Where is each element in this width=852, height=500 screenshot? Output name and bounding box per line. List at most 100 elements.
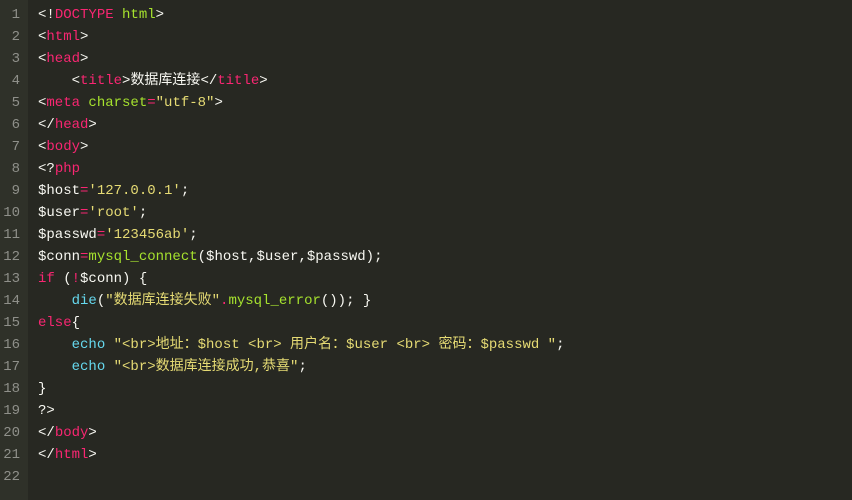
line-number: 19	[0, 400, 20, 422]
token-tag: DOCTYPE	[55, 7, 114, 23]
line-number: 16	[0, 334, 20, 356]
line-number: 8	[0, 158, 20, 180]
code-line[interactable]: <meta charset="utf-8">	[38, 92, 564, 114]
line-number: 9	[0, 180, 20, 202]
token-tag: head	[55, 117, 89, 133]
token-plain	[38, 337, 72, 353]
line-number: 6	[0, 114, 20, 136]
token-plain: ($host,$user,$passwd);	[198, 249, 383, 265]
token-plain	[105, 337, 113, 353]
token-punc: ;	[189, 227, 197, 243]
token-attr: charset	[88, 95, 147, 111]
code-line[interactable]: <html>	[38, 26, 564, 48]
token-plain	[38, 359, 72, 375]
code-line[interactable]: $host='127.0.0.1';	[38, 180, 564, 202]
token-punc: <	[72, 73, 80, 89]
token-plain: $conn) {	[80, 271, 147, 287]
token-plain: $passwd	[38, 227, 97, 243]
line-number: 3	[0, 48, 20, 70]
code-line[interactable]: }	[38, 378, 564, 400]
code-line[interactable]: $passwd='123456ab';	[38, 224, 564, 246]
token-str: '127.0.0.1'	[88, 183, 180, 199]
token-str: "utf-8"	[156, 95, 215, 111]
token-punc: >	[80, 29, 88, 45]
token-punc: ;	[139, 205, 147, 221]
code-line[interactable]: <!DOCTYPE html>	[38, 4, 564, 26]
line-number: 1	[0, 4, 20, 26]
token-punc: >	[88, 425, 96, 441]
code-line[interactable]: </body>	[38, 422, 564, 444]
line-number-gutter: 12345678910111213141516171819202122	[0, 0, 28, 500]
token-plain: ()); }	[321, 293, 371, 309]
token-tag: else	[38, 315, 72, 331]
token-punc: ;	[556, 337, 564, 353]
token-plain	[114, 7, 122, 23]
token-tag: if	[38, 271, 55, 287]
line-number: 22	[0, 466, 20, 488]
code-line[interactable]: $user='root';	[38, 202, 564, 224]
token-str: "<br>地址：$host <br> 用户名：$user <br> 密码：$pa…	[114, 337, 556, 353]
code-line[interactable]: <body>	[38, 136, 564, 158]
token-tag: body	[46, 139, 80, 155]
code-line[interactable]: </html>	[38, 444, 564, 466]
line-number: 12	[0, 246, 20, 268]
token-punc: >	[80, 51, 88, 67]
code-line[interactable]: if (!$conn) {	[38, 268, 564, 290]
code-line[interactable]: echo "<br>数据库连接成功,恭喜";	[38, 356, 564, 378]
line-number: 13	[0, 268, 20, 290]
token-tag: body	[55, 425, 89, 441]
token-plain	[38, 293, 72, 309]
token-tag: php	[55, 161, 80, 177]
code-editor-content[interactable]: <!DOCTYPE html><html><head> <title>数据库连接…	[28, 0, 564, 500]
line-number: 5	[0, 92, 20, 114]
token-func: die	[72, 293, 97, 309]
token-tag: html	[46, 29, 80, 45]
code-line[interactable]: $conn=mysql_connect($host,$user,$passwd)…	[38, 246, 564, 268]
line-number: 11	[0, 224, 20, 246]
token-func: echo	[72, 337, 106, 353]
token-plain: <?	[38, 161, 55, 177]
token-punc: ;	[181, 183, 189, 199]
code-line[interactable]: else{	[38, 312, 564, 334]
token-plain: {	[72, 315, 80, 331]
token-str: '123456ab'	[105, 227, 189, 243]
token-punc: </	[38, 447, 55, 463]
token-str: "数据库连接失败"	[105, 293, 220, 309]
token-plain: $conn	[38, 249, 80, 265]
token-attr: mysql_error	[228, 293, 320, 309]
token-op: =	[147, 95, 155, 111]
token-punc: >	[214, 95, 222, 111]
token-tag: html	[55, 447, 89, 463]
token-tag: title	[217, 73, 259, 89]
token-punc: </	[38, 425, 55, 441]
code-line[interactable]: echo "<br>地址：$host <br> 用户名：$user <br> 密…	[38, 334, 564, 356]
code-line[interactable]	[38, 466, 564, 488]
token-plain	[38, 73, 72, 89]
token-plain: $host	[38, 183, 80, 199]
token-punc: <!	[38, 7, 55, 23]
token-str: "<br>数据库连接成功,恭喜"	[114, 359, 299, 375]
code-line[interactable]: die("数据库连接失败".mysql_error()); }	[38, 290, 564, 312]
code-line[interactable]: ?>	[38, 400, 564, 422]
token-str: 'root'	[88, 205, 138, 221]
token-func: echo	[72, 359, 106, 375]
token-punc: ;	[298, 359, 306, 375]
token-punc: >	[80, 139, 88, 155]
token-punc: >	[88, 117, 96, 133]
token-plain: (	[55, 271, 72, 287]
line-number: 14	[0, 290, 20, 312]
token-plain: 数据库连接	[130, 73, 200, 89]
code-line[interactable]: <title>数据库连接</title>	[38, 70, 564, 92]
token-punc: >	[88, 447, 96, 463]
line-number: 18	[0, 378, 20, 400]
line-number: 15	[0, 312, 20, 334]
token-plain	[105, 359, 113, 375]
token-plain: (	[97, 293, 105, 309]
code-line[interactable]: </head>	[38, 114, 564, 136]
code-line[interactable]: <head>	[38, 48, 564, 70]
line-number: 17	[0, 356, 20, 378]
line-number: 7	[0, 136, 20, 158]
token-plain: ?>	[38, 403, 55, 419]
code-line[interactable]: <?php	[38, 158, 564, 180]
line-number: 21	[0, 444, 20, 466]
